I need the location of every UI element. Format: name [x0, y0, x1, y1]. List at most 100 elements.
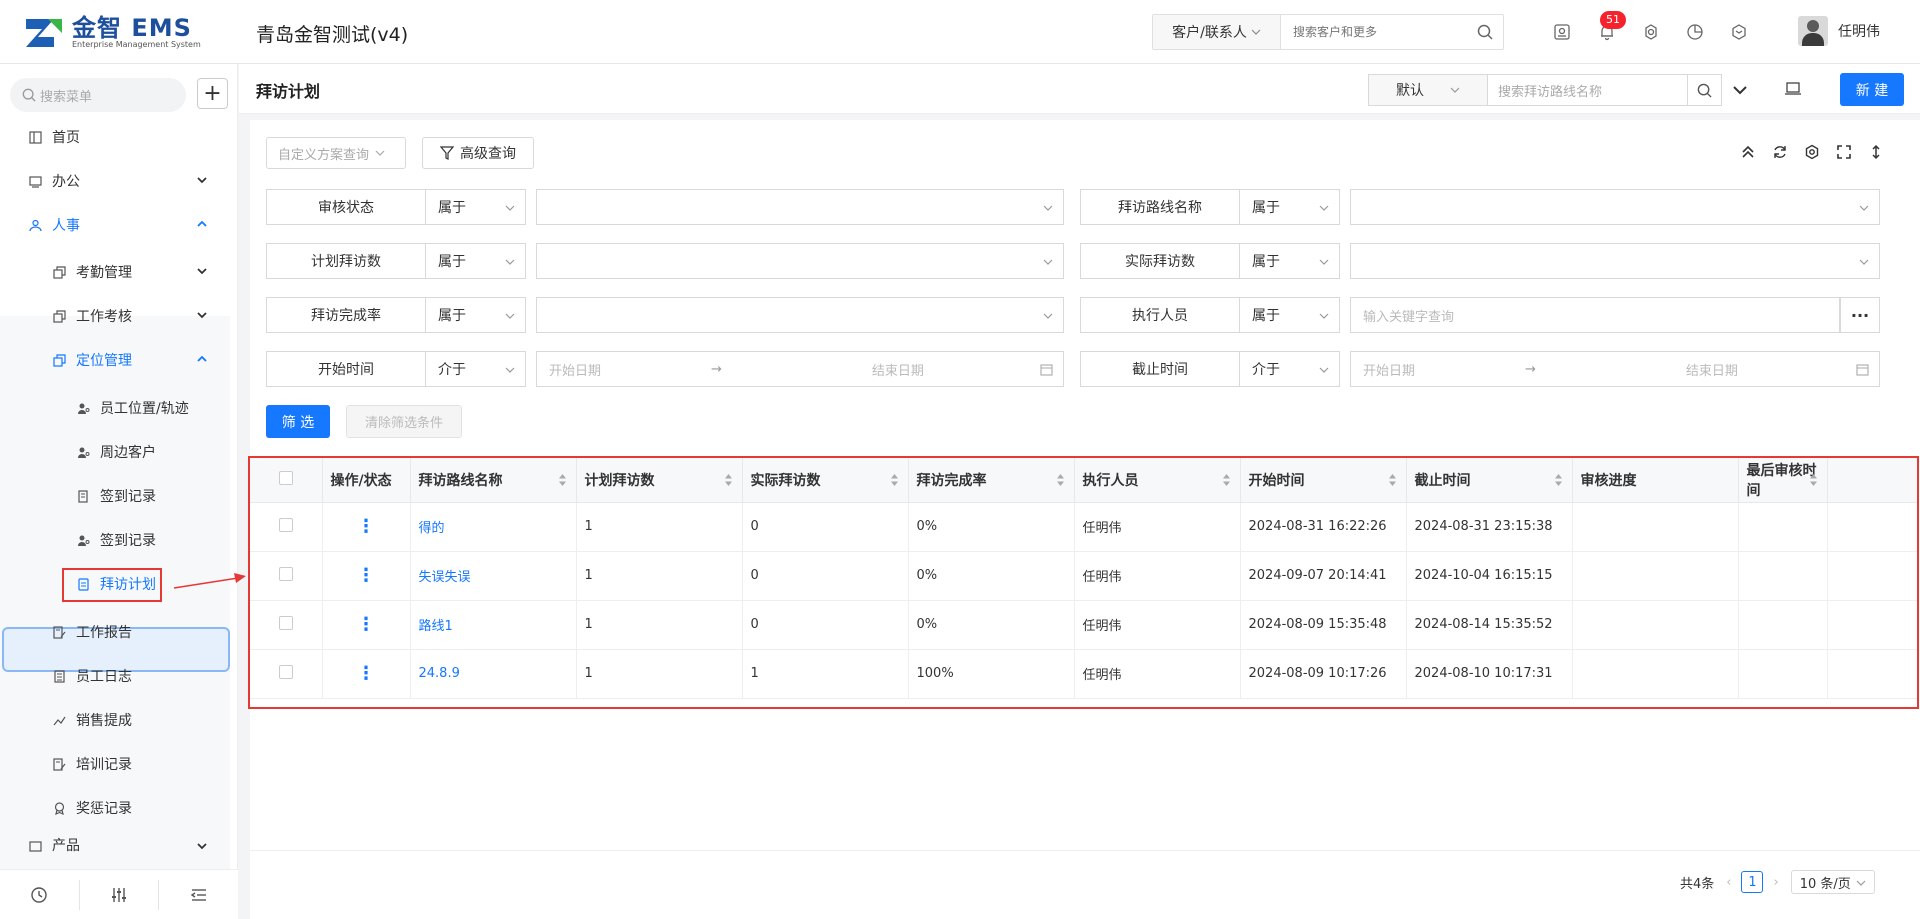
laptop-icon[interactable] — [1784, 81, 1802, 101]
route-name-link[interactable]: 24.8.9 — [410, 649, 577, 699]
custom-query-placeholder: 自定义方案查询 — [278, 147, 370, 163]
filter-operator-select[interactable]: 介于 — [426, 351, 526, 387]
sidebar-item-office[interactable]: 办公 — [0, 159, 230, 203]
logo-icon — [24, 15, 64, 51]
cube-icon[interactable] — [1729, 22, 1749, 42]
sidebar-item-home[interactable]: 首页 — [0, 115, 230, 159]
menu-search-input[interactable]: 搜索菜单 — [10, 78, 186, 112]
filter-button[interactable]: 筛 选 — [266, 405, 330, 438]
filter-operator-select[interactable]: 属于 — [1240, 297, 1340, 333]
route-name-link[interactable]: 失误失误 — [410, 551, 577, 601]
last-review-time — [1738, 600, 1828, 650]
more-vertical-icon[interactable]: ⋮ — [357, 663, 375, 684]
gear-icon[interactable] — [1641, 22, 1661, 42]
fullscreen-icon[interactable] — [1835, 143, 1853, 161]
sidebar-item-assessment[interactable]: 工作考核 — [0, 294, 230, 338]
sidebar-item-hr[interactable]: 人事 — [0, 203, 230, 247]
collapse-up-icon[interactable] — [1739, 143, 1757, 161]
row-checkbox[interactable] — [278, 517, 293, 532]
table-row[interactable]: ⋮ 失误失误 1 0 0% 任明伟 2024-09-07 20:14:41 20… — [250, 551, 1917, 601]
filter-operator-select[interactable]: 属于 — [426, 297, 526, 333]
sidebar-item-sales-commission[interactable]: 销售提成 — [0, 698, 230, 742]
column-header-sortable[interactable]: 拜访完成率 — [908, 458, 1075, 503]
sidebar-item-work-report[interactable]: 工作报告 — [0, 610, 230, 654]
executor-keyword-input[interactable]: 输入关键字查询 — [1350, 297, 1840, 333]
filter-operator-select[interactable]: 属于 — [426, 243, 526, 279]
history-icon[interactable] — [0, 879, 80, 910]
filter-value-select[interactable] — [1350, 189, 1880, 225]
table-row[interactable]: ⋮ 路线1 1 0 0% 任明伟 2024-08-09 15:35:48 202… — [250, 600, 1917, 650]
sidebar-item-nearby-customers[interactable]: 周边客户 — [0, 430, 230, 474]
page-number-current[interactable]: 1 — [1741, 871, 1764, 893]
collapse-menu-icon[interactable] — [159, 880, 238, 910]
table-row[interactable]: ⋮ 24.8.9 1 1 100% 任明伟 2024-08-09 10:17:2… — [250, 649, 1917, 699]
logo-text: 金智 EMS — [72, 14, 192, 42]
column-header-sortable[interactable]: 最后审核时间 — [1738, 458, 1828, 503]
sidebar-item-checkin-records[interactable]: 签到记录 — [0, 474, 230, 518]
start-time-range-picker[interactable]: 开始日期 → 结束日期 — [536, 351, 1064, 387]
end-time-range-picker[interactable]: 开始日期 → 结束日期 — [1350, 351, 1880, 387]
sidebar-item-employee-log[interactable]: 员工日志 — [0, 654, 230, 698]
table-row[interactable]: ⋮ 得的 1 0 0% 任明伟 2024-08-31 16:22:26 2024… — [250, 502, 1917, 552]
sidebar-item-checkin-records-2[interactable]: 签到记录 — [0, 518, 230, 562]
logo-subtitle: Enterprise Management System — [72, 40, 201, 49]
prev-page-icon[interactable]: ‹ — [1726, 875, 1731, 890]
more-options-icon[interactable]: ··· — [1840, 297, 1880, 333]
person-pin-icon — [76, 401, 90, 415]
filter-operator-select[interactable]: 属于 — [1240, 243, 1340, 279]
row-checkbox[interactable] — [278, 664, 293, 679]
page-size-select[interactable]: 10 条/页 — [1790, 870, 1875, 894]
logo[interactable]: 金智 EMS Enterprise Management System — [24, 15, 201, 51]
sidebar-item-label: 员工日志 — [76, 669, 132, 685]
column-header-sortable[interactable]: 计划拜访数 — [576, 458, 743, 503]
pie-chart-icon[interactable] — [1685, 22, 1705, 42]
filter-value-select[interactable] — [536, 189, 1064, 225]
route-name-link[interactable]: 得的 — [410, 502, 577, 552]
view-select[interactable]: 默认 — [1368, 74, 1488, 106]
search-icon[interactable] — [1688, 74, 1722, 106]
filter-operator-select[interactable]: 属于 — [426, 189, 526, 225]
column-header-sortable[interactable]: 开始时间 — [1240, 458, 1407, 503]
column-header-sortable[interactable]: 截止时间 — [1406, 458, 1573, 503]
custom-query-select[interactable]: 自定义方案查询 — [266, 137, 406, 169]
search-scope-select[interactable]: 客户/联系人 — [1153, 15, 1281, 49]
sidebar-item-location[interactable]: 定位管理 — [0, 338, 230, 382]
contact-card-icon[interactable] — [1552, 22, 1572, 42]
filter-value-select[interactable] — [536, 297, 1064, 333]
sidebar-item-attendance[interactable]: 考勤管理 — [0, 250, 230, 294]
more-vertical-icon[interactable]: ⋮ — [357, 565, 375, 586]
column-header-sortable[interactable]: 拜访路线名称 — [410, 458, 577, 503]
chevron-down-icon — [375, 150, 385, 156]
more-vertical-icon[interactable]: ⋮ — [357, 614, 375, 635]
search-icon[interactable] — [1467, 15, 1503, 49]
clear-filters-button[interactable]: 清除筛选条件 — [346, 405, 462, 438]
row-checkbox[interactable] — [278, 566, 293, 581]
refresh-icon[interactable] — [1771, 143, 1789, 161]
filter-operator-select[interactable]: 属于 — [1240, 189, 1340, 225]
row-height-icon[interactable] — [1867, 143, 1885, 161]
more-vertical-icon[interactable]: ⋮ — [357, 516, 375, 537]
route-search-input[interactable]: 搜索拜访路线名称 — [1488, 74, 1688, 106]
settings-icon[interactable] — [1803, 143, 1821, 161]
column-header-sortable[interactable]: 执行人员 — [1074, 458, 1241, 503]
sidebar-item-rewards-penalties[interactable]: 奖惩记录 — [0, 786, 230, 830]
add-menu-button[interactable]: + — [197, 78, 228, 109]
next-page-icon[interactable]: › — [1773, 875, 1778, 890]
user-menu[interactable]: 任明伟 — [1798, 16, 1880, 46]
filter-operator-select[interactable]: 介于 — [1240, 351, 1340, 387]
actual-visits: 0 — [742, 502, 909, 552]
sliders-icon[interactable] — [80, 879, 160, 910]
global-search-input[interactable] — [1281, 15, 1467, 49]
filter-value-select[interactable] — [536, 243, 1064, 279]
sidebar-item-training-records[interactable]: 培训记录 — [0, 742, 230, 786]
new-button[interactable]: 新 建 — [1840, 73, 1904, 106]
sidebar-item-employee-track[interactable]: 员工位置/轨迹 — [0, 386, 230, 430]
column-header-sortable[interactable]: 实际拜访数 — [742, 458, 909, 503]
route-name-link[interactable]: 路线1 — [410, 600, 577, 650]
chevron-down-icon[interactable] — [1732, 82, 1748, 102]
select-all-checkbox[interactable] — [278, 470, 293, 485]
advanced-query-button[interactable]: 高级查询 — [422, 137, 534, 169]
sidebar-item-product[interactable]: 产品 — [0, 834, 230, 856]
row-checkbox[interactable] — [278, 615, 293, 630]
filter-value-select[interactable] — [1350, 243, 1880, 279]
